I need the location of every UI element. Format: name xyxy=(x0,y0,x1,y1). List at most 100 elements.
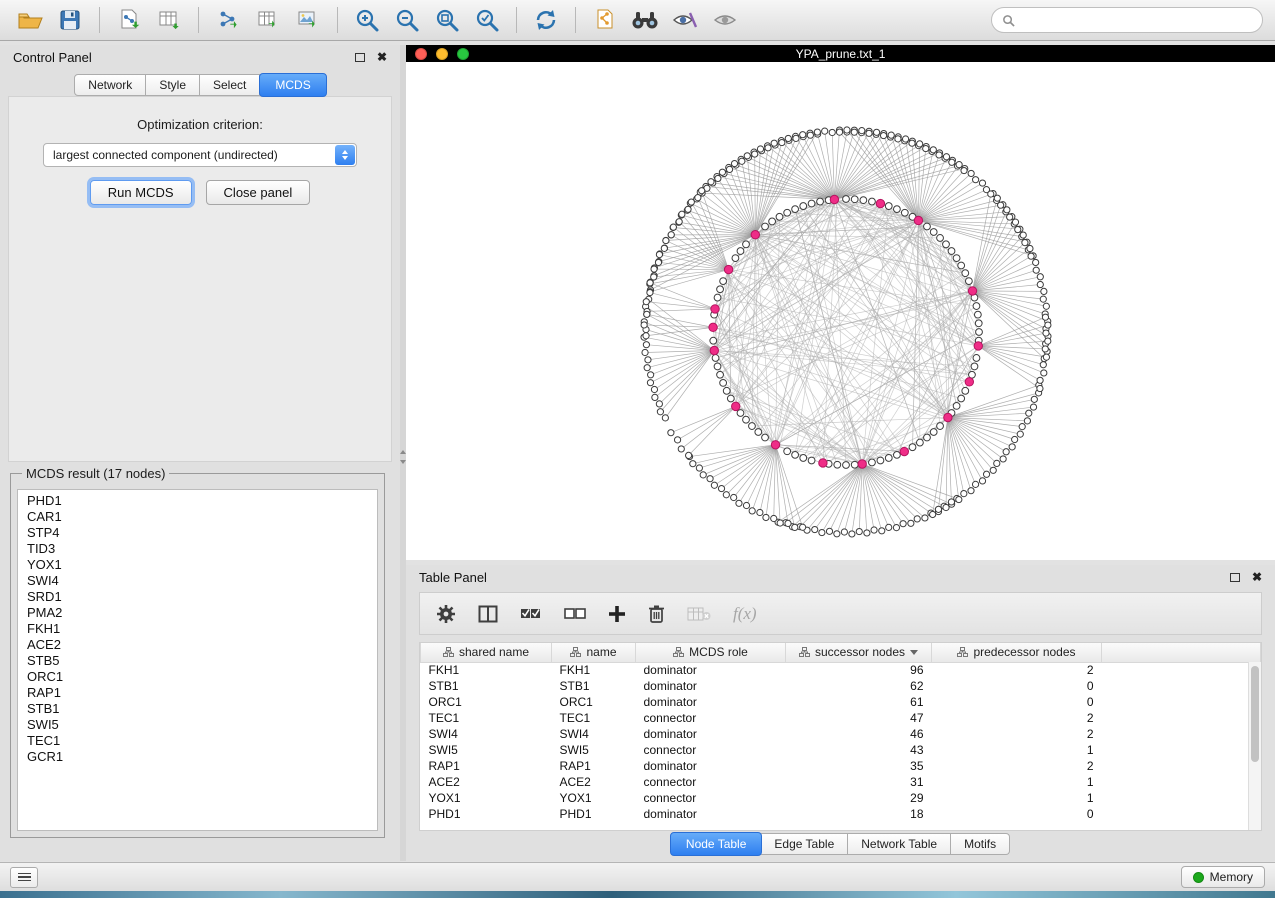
zoom-selected-button[interactable] xyxy=(469,4,505,36)
column-header-predecessor-nodes[interactable]: predecessor nodes xyxy=(932,643,1102,662)
network-window-titlebar[interactable]: YPA_prune.txt_1 xyxy=(406,45,1275,62)
zoom-out-button[interactable] xyxy=(389,4,425,36)
tab-style[interactable]: Style xyxy=(146,74,200,96)
find-button[interactable] xyxy=(627,4,663,36)
export-network-button[interactable] xyxy=(210,4,246,36)
mcds-result-item[interactable]: TEC1 xyxy=(18,733,377,749)
mcds-result-item[interactable]: RAP1 xyxy=(18,685,377,701)
open-session-button[interactable] xyxy=(12,4,48,36)
table-row[interactable]: YOX1YOX1connector291 xyxy=(421,790,1261,806)
float-panel-icon[interactable] xyxy=(355,53,365,62)
select-all-button[interactable] xyxy=(520,605,542,623)
create-column-button[interactable] xyxy=(608,605,626,623)
mcds-result-item[interactable]: ORC1 xyxy=(18,669,377,685)
copy-network-button[interactable] xyxy=(587,4,623,36)
mcds-result-item[interactable]: GCR1 xyxy=(18,749,377,765)
mcds-result-item[interactable]: PHD1 xyxy=(18,493,377,509)
table-row[interactable]: FKH1FKH1dominator962 xyxy=(421,662,1261,678)
column-header-name[interactable]: name xyxy=(552,643,636,662)
table-row[interactable]: PHD1PHD1dominator180 xyxy=(421,806,1261,822)
import-network-icon xyxy=(117,8,141,32)
import-table-button[interactable] xyxy=(151,4,187,36)
table-cell: 31 xyxy=(786,774,932,790)
table-cell xyxy=(1102,710,1261,726)
mcds-result-item[interactable]: TID3 xyxy=(18,541,377,557)
float-table-panel-icon[interactable] xyxy=(1230,573,1240,582)
table-row[interactable]: RAP1RAP1dominator352 xyxy=(421,758,1261,774)
table-scrollbar[interactable] xyxy=(1248,662,1261,830)
zoom-fit-button[interactable] xyxy=(429,4,465,36)
import-network-button[interactable] xyxy=(111,4,147,36)
table-row[interactable]: SWI5SWI5connector431 xyxy=(421,742,1261,758)
mcds-result-item[interactable]: FKH1 xyxy=(18,621,377,637)
apply-layout-button[interactable] xyxy=(528,4,564,36)
mcds-result-item[interactable]: SWI4 xyxy=(18,573,377,589)
mcds-result-item[interactable]: ACE2 xyxy=(18,637,377,653)
mcds-result-item[interactable]: STB5 xyxy=(18,653,377,669)
export-image-button[interactable] xyxy=(290,4,326,36)
column-header-shared-name[interactable]: shared name xyxy=(421,643,552,662)
export-table-button[interactable] xyxy=(250,4,286,36)
search-input[interactable] xyxy=(1021,13,1252,27)
application-window: Control Panel ✖ NetworkStyleSelectMCDS O… xyxy=(0,0,1275,898)
show-columns-button[interactable] xyxy=(478,605,498,623)
table-tab-node-table[interactable]: Node Table xyxy=(670,832,763,856)
hamburger-icon xyxy=(18,873,31,875)
table-row[interactable]: SWI4SWI4dominator462 xyxy=(421,726,1261,742)
run-mcds-button[interactable]: Run MCDS xyxy=(90,180,192,205)
criterion-dropdown[interactable]: largest connected component (undirected) xyxy=(43,143,357,167)
deselect-all-icon xyxy=(564,605,586,623)
mcds-result-item[interactable]: YOX1 xyxy=(18,557,377,573)
table-cell: dominator xyxy=(636,758,786,774)
table-cell xyxy=(1102,774,1261,790)
show-graphics-button[interactable] xyxy=(707,4,743,36)
mcds-result-title: MCDS result (17 nodes) xyxy=(22,466,169,481)
refresh-icon xyxy=(533,7,559,33)
close-panel-button[interactable]: Close panel xyxy=(206,180,311,205)
table-cell: ACE2 xyxy=(421,774,552,790)
tab-mcds[interactable]: MCDS xyxy=(259,73,326,97)
eye-slash-icon xyxy=(672,10,698,30)
scrollbar-thumb[interactable] xyxy=(1251,666,1259,762)
tab-select[interactable]: Select xyxy=(200,74,260,96)
function-builder-button-disabled: f(x) xyxy=(733,604,757,624)
deselect-all-button[interactable] xyxy=(564,605,586,623)
column-data-icon xyxy=(443,647,454,657)
close-table-panel-icon[interactable]: ✖ xyxy=(1252,572,1262,582)
mcds-result-item[interactable]: SRD1 xyxy=(18,589,377,605)
main-toolbar xyxy=(0,0,1275,41)
hide-graphics-button[interactable] xyxy=(667,4,703,36)
column-header-MCDS-role[interactable]: MCDS role xyxy=(636,643,786,662)
table-toolbar: f(x) xyxy=(419,592,1262,635)
table-cell: 2 xyxy=(932,758,1102,774)
mcds-result-item[interactable]: SWI5 xyxy=(18,717,377,733)
close-panel-icon[interactable]: ✖ xyxy=(377,52,387,62)
mcds-result-item[interactable]: PMA2 xyxy=(18,605,377,621)
table-cell: 96 xyxy=(786,662,932,678)
column-header-successor-nodes[interactable]: successor nodes xyxy=(786,643,932,662)
table-row[interactable]: ACE2ACE2connector311 xyxy=(421,774,1261,790)
table-cell: 35 xyxy=(786,758,932,774)
status-menu-button[interactable] xyxy=(10,867,38,888)
delete-column-button[interactable] xyxy=(648,604,665,623)
tab-network[interactable]: Network xyxy=(74,74,146,96)
table-cell: 2 xyxy=(932,710,1102,726)
delete-table-icon xyxy=(687,606,711,622)
mcds-result-item[interactable]: STB1 xyxy=(18,701,377,717)
table-tab-edge-table[interactable]: Edge Table xyxy=(761,833,848,855)
table-tab-network-table[interactable]: Network Table xyxy=(848,833,951,855)
mcds-result-list[interactable]: PHD1CAR1STP4TID3YOX1SWI4SRD1PMA2FKH1ACE2… xyxy=(17,489,378,831)
mcds-result-item[interactable]: STP4 xyxy=(18,525,377,541)
save-session-button[interactable] xyxy=(52,4,88,36)
memory-button[interactable]: Memory xyxy=(1181,866,1265,888)
table-row[interactable]: STB1STB1dominator620 xyxy=(421,678,1261,694)
table-row[interactable]: TEC1TEC1connector472 xyxy=(421,710,1261,726)
table-settings-button[interactable] xyxy=(436,604,456,624)
table-cell: RAP1 xyxy=(552,758,636,774)
zoom-in-button[interactable] xyxy=(349,4,385,36)
table-tab-motifs[interactable]: Motifs xyxy=(951,833,1010,855)
network-canvas[interactable] xyxy=(406,62,1275,560)
table-row[interactable]: ORC1ORC1dominator610 xyxy=(421,694,1261,710)
mcds-result-item[interactable]: CAR1 xyxy=(18,509,377,525)
save-icon xyxy=(59,9,81,31)
